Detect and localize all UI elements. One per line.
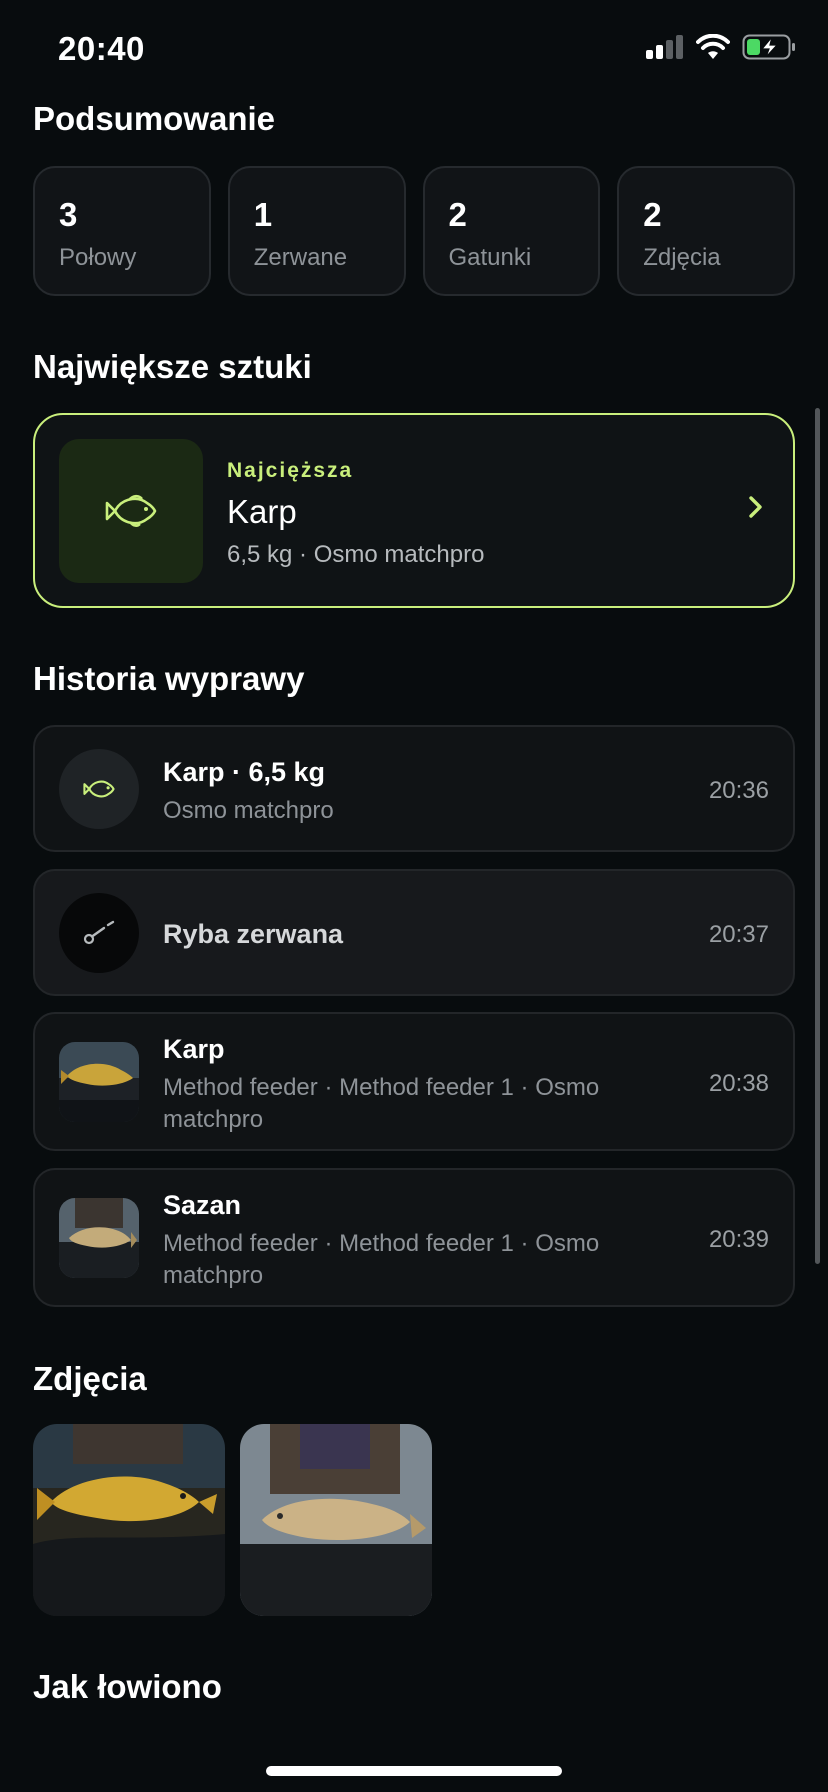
- wifi-icon: [696, 34, 730, 59]
- stat-card-lost[interactable]: 1 Zerwane: [227, 166, 406, 296]
- fish-icon: [83, 780, 115, 798]
- sazan-photo-image: [59, 1198, 139, 1278]
- biggest-title: Największe sztuki: [33, 348, 312, 385]
- history-item-lost[interactable]: Ryba zerwana 20:37: [33, 869, 795, 996]
- stat-value: 3: [59, 196, 78, 233]
- heaviest-species: Karp: [227, 493, 297, 530]
- summary-title: Podsumowanie: [33, 100, 276, 137]
- history-title: Historia wyprawy: [33, 660, 305, 697]
- stat-label: Gatunki: [448, 244, 532, 271]
- history-item-subtitle: Osmo matchpro: [163, 797, 334, 824]
- history-item-subtitle: Method feeder · Method feeder 1 · Osmo m…: [163, 1230, 600, 1289]
- stat-label: Zerwane: [253, 244, 348, 271]
- photo-tile-sazan[interactable]: [240, 1424, 432, 1616]
- stat-value: 2: [448, 196, 467, 233]
- photo-tile-carp[interactable]: [33, 1424, 225, 1616]
- status-bar: 20:40: [0, 0, 828, 100]
- stat-value: 1: [253, 196, 273, 233]
- sazan-photo-thumbnail: [59, 1198, 139, 1278]
- heaviest-badge: Najcięższa: [227, 459, 354, 482]
- history-item-time: 20:37: [708, 921, 769, 948]
- stat-card-species[interactable]: 2 Gatunki: [422, 166, 601, 296]
- history-item-subtitle: Method feeder · Method feeder 1 · Osmo m…: [163, 1074, 600, 1133]
- scroll-indicator[interactable]: [815, 408, 820, 1264]
- cellular-signal-icon: [646, 35, 683, 59]
- history-item-title: Karp: [163, 1034, 225, 1064]
- history-item-avatar: [59, 749, 139, 829]
- history-item-time: 20:38: [708, 1070, 769, 1097]
- history-item-title: Ryba zerwana: [163, 919, 344, 949]
- battery-charging-icon: [742, 34, 795, 60]
- carp-photo-image: [59, 1042, 139, 1122]
- hook-icon: [83, 920, 115, 945]
- carp-photo-image: [33, 1424, 225, 1616]
- history-item-time: 20:36: [708, 777, 769, 804]
- history-item-photo-catch[interactable]: Sazan Method feeder · Method feeder 1 · …: [33, 1168, 795, 1307]
- history-item-time: 20:39: [708, 1226, 769, 1253]
- fish-icon: [105, 494, 157, 527]
- carp-photo-thumbnail: [59, 1042, 139, 1122]
- history-item-title: Karp · 6,5 kg: [163, 757, 326, 787]
- sazan-photo-image: [240, 1424, 432, 1616]
- summary-stats: 3 Połowy 1 Zerwane 2 Gatunki 2 Zdjęcia: [33, 166, 795, 296]
- heaviest-catch-card[interactable]: Najcięższa Karp 6,5 kg · Osmo matchpro: [33, 413, 795, 608]
- heaviest-catch-thumb: [59, 439, 203, 583]
- stat-card-catches[interactable]: 3 Połowy: [33, 166, 211, 296]
- status-time: 20:40: [58, 30, 145, 67]
- stat-label: Połowy: [59, 244, 137, 271]
- history-item-photo-catch[interactable]: Karp Method feeder · Method feeder 1 · O…: [33, 1012, 795, 1151]
- history-item-avatar: [59, 893, 139, 973]
- history-item-title: Sazan: [163, 1190, 242, 1220]
- how-caught-title: Jak łowiono: [33, 1668, 222, 1705]
- chevron-right-icon: [749, 496, 762, 518]
- stat-value: 2: [643, 196, 662, 233]
- stat-label: Zdjęcia: [643, 244, 721, 271]
- stat-card-photos[interactable]: 2 Zdjęcia: [617, 166, 795, 296]
- status-icons: [646, 34, 796, 60]
- heaviest-details: 6,5 kg · Osmo matchpro: [227, 541, 485, 568]
- history-item-catch[interactable]: Karp · 6,5 kg Osmo matchpro 20:36: [33, 725, 795, 852]
- photos-title: Zdjęcia: [33, 1360, 147, 1397]
- home-indicator[interactable]: [266, 1766, 562, 1776]
